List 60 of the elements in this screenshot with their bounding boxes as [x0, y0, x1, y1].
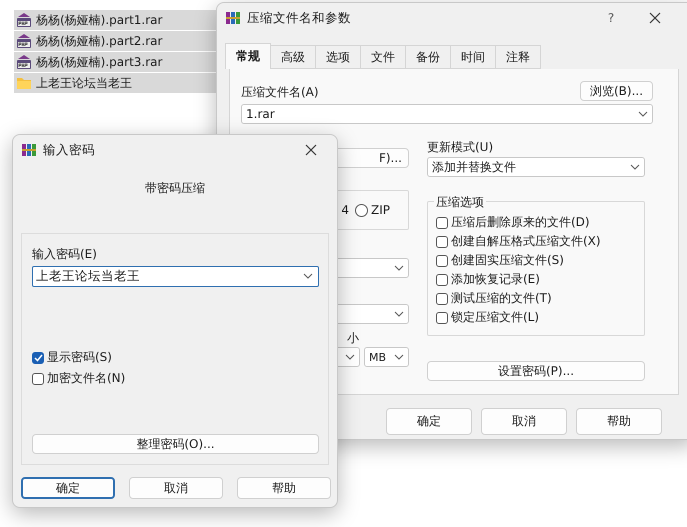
- option-checkbox[interactable]: 添加恢复记录(E): [436, 270, 636, 289]
- checkbox[interactable]: [436, 292, 448, 304]
- checkbox[interactable]: [32, 352, 44, 364]
- dialog-button[interactable]: 取消: [129, 477, 223, 499]
- field-label: 小: [347, 330, 359, 347]
- tab[interactable]: 高级: [270, 45, 316, 69]
- field-label: 输入密码(E): [32, 246, 98, 263]
- checkbox[interactable]: [436, 312, 448, 324]
- chevron-down-icon: [345, 354, 355, 360]
- folder-icon: [16, 75, 32, 91]
- dialog-heading: 带密码压缩: [145, 181, 205, 195]
- update-mode-combo[interactable]: 添加并替换文件: [427, 157, 645, 177]
- archive-icon: [16, 33, 32, 49]
- field-label: 更新模式(U): [427, 139, 494, 156]
- help-button[interactable]: ?: [591, 11, 631, 25]
- checkbox[interactable]: [436, 254, 448, 266]
- window-title: 输入密码: [43, 142, 96, 158]
- books-icon: [225, 10, 241, 26]
- chevron-down-icon: [394, 311, 404, 317]
- group-title: 压缩选项: [434, 194, 486, 211]
- browse-button[interactable]: 浏览(B)...: [580, 81, 653, 101]
- radio-label: 4: [341, 203, 349, 217]
- checkbox[interactable]: [436, 216, 448, 228]
- chevron-down-icon: [630, 164, 640, 170]
- archive-icon: [16, 54, 32, 70]
- organize-passwords-button[interactable]: 整理密码(O)...: [32, 434, 319, 454]
- zip-radio[interactable]: ZIP: [355, 200, 390, 220]
- dialog-button[interactable]: 帮助: [576, 408, 662, 435]
- set-password-button[interactable]: 设置密码(P)...: [427, 361, 645, 381]
- tab[interactable]: 备份: [405, 45, 451, 69]
- dialog-button[interactable]: 确定: [21, 477, 115, 499]
- books-icon: [21, 142, 37, 158]
- dialog-button[interactable]: 确定: [386, 408, 472, 435]
- tab[interactable]: 注释: [495, 45, 541, 69]
- dialog-button[interactable]: 取消: [481, 408, 567, 435]
- chevron-down-icon: [394, 354, 404, 360]
- archive-name-combo[interactable]: 1.rar: [241, 104, 653, 124]
- size-unit-combo[interactable]: MB: [364, 347, 409, 367]
- checkbox[interactable]: [32, 372, 44, 384]
- option-checkbox[interactable]: 创建固实压缩文件(S): [436, 251, 636, 270]
- chevron-down-icon: [303, 273, 313, 279]
- dialog-button[interactable]: 帮助: [237, 477, 331, 499]
- option-checkbox[interactable]: 显示密码(S): [32, 347, 319, 368]
- option-checkbox[interactable]: 锁定压缩文件(L): [436, 308, 636, 327]
- tab[interactable]: 时间: [450, 45, 496, 69]
- option-checkbox[interactable]: 加密文件名(N): [32, 368, 319, 389]
- password-field[interactable]: 上老王论坛当老王: [32, 266, 319, 287]
- checkbox[interactable]: [436, 274, 448, 286]
- option-checkbox[interactable]: 创建自解压格式压缩文件(X): [436, 232, 636, 251]
- close-icon[interactable]: [305, 144, 317, 156]
- tab[interactable]: 选项: [315, 45, 361, 69]
- archive-icon: [16, 12, 32, 28]
- chevron-down-icon: [394, 265, 404, 271]
- tab[interactable]: 文件: [360, 45, 406, 69]
- close-icon[interactable]: [649, 12, 661, 24]
- option-checkbox[interactable]: 测试压缩的文件(T): [436, 289, 636, 308]
- tab[interactable]: 常规: [225, 43, 271, 69]
- option-checkbox[interactable]: 压缩后删除原来的文件(D): [436, 213, 636, 232]
- chevron-down-icon: [638, 111, 648, 117]
- checkbox[interactable]: [436, 236, 448, 248]
